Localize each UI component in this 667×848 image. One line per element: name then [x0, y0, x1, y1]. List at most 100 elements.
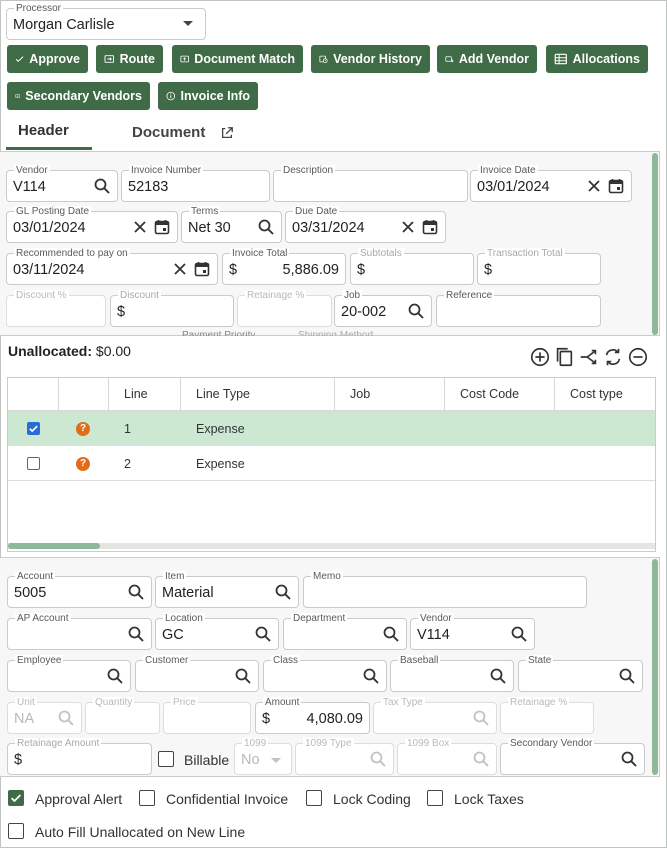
- clear-icon[interactable]: [585, 177, 603, 195]
- reference-field[interactable]: Reference: [436, 290, 601, 327]
- secondary-vendor-field[interactable]: Secondary Vendor: [500, 738, 645, 775]
- remove-line-icon[interactable]: [627, 346, 649, 368]
- quantity-field[interactable]: Quantity: [85, 697, 160, 734]
- search-icon[interactable]: [489, 667, 507, 685]
- confidential-invoice-checkbox[interactable]: [139, 790, 155, 806]
- split-icon[interactable]: [578, 346, 600, 368]
- ap-account-field[interactable]: AP Account: [7, 613, 152, 650]
- lock-coding-checkbox[interactable]: [306, 790, 322, 806]
- calendar-icon[interactable]: [607, 177, 625, 195]
- gl-posting-date-field[interactable]: GL Posting Date 03/01/2024: [6, 206, 178, 243]
- search-icon[interactable]: [362, 667, 380, 685]
- column-line-type[interactable]: Line Type: [181, 378, 335, 411]
- billable-checkbox[interactable]: [158, 751, 174, 767]
- grid-horizontal-scrollbar-track[interactable]: [8, 543, 655, 549]
- refresh-icon[interactable]: [602, 346, 624, 368]
- amount-field[interactable]: Amount $ 4,080.09: [255, 697, 370, 734]
- search-icon[interactable]: [257, 218, 275, 236]
- calendar-icon[interactable]: [193, 260, 211, 278]
- tab-header[interactable]: Header: [18, 122, 69, 139]
- search-icon[interactable]: [618, 667, 636, 685]
- approve-button[interactable]: Approve: [7, 45, 88, 73]
- description-field[interactable]: Description: [273, 165, 468, 202]
- transaction-total-field[interactable]: Transaction Total $: [477, 248, 601, 285]
- search-icon[interactable]: [93, 177, 111, 195]
- search-icon[interactable]: [254, 625, 272, 643]
- search-icon[interactable]: [106, 667, 124, 685]
- retainage-amount-field[interactable]: Retainage Amount $: [7, 738, 152, 775]
- job-field[interactable]: Job 20-002: [334, 290, 432, 327]
- memo-field[interactable]: Memo: [303, 571, 587, 608]
- grid-horizontal-scrollbar-thumb[interactable]: [8, 543, 100, 549]
- status-warning-icon[interactable]: ?: [76, 456, 90, 471]
- employee-field[interactable]: Employee: [7, 655, 131, 692]
- subtotals-field[interactable]: Subtotals $: [350, 248, 474, 285]
- retainage-pct-field[interactable]: Retainage %: [237, 290, 332, 327]
- row-checkbox[interactable]: [27, 457, 40, 470]
- item-field[interactable]: Item Material: [155, 571, 299, 608]
- table-row[interactable]: ? 2 Expense: [8, 446, 655, 481]
- search-icon[interactable]: [274, 583, 292, 601]
- vendor-history-button[interactable]: Vendor History: [311, 45, 430, 73]
- calendar-icon[interactable]: [153, 218, 171, 236]
- column-cost-code[interactable]: Cost Code: [445, 378, 555, 411]
- f1099-select[interactable]: 1099 No: [234, 738, 292, 775]
- location-field[interactable]: Location GC: [155, 613, 279, 650]
- line-detail-scrollbar[interactable]: [652, 559, 658, 775]
- clear-icon[interactable]: [171, 260, 189, 278]
- f1099-type-field[interactable]: 1099 Type: [295, 738, 394, 775]
- status-warning-icon[interactable]: ?: [76, 421, 90, 436]
- tax-type-field[interactable]: Tax Type: [373, 697, 497, 734]
- terms-field[interactable]: Terms Net 30: [181, 206, 282, 243]
- search-icon[interactable]: [127, 583, 145, 601]
- vendor-field[interactable]: Vendor V114: [6, 165, 118, 202]
- search-icon[interactable]: [382, 625, 400, 643]
- search-icon[interactable]: [234, 667, 252, 685]
- column-job[interactable]: Job: [335, 378, 445, 411]
- column-line[interactable]: Line: [109, 378, 181, 411]
- calendar-icon[interactable]: [421, 218, 439, 236]
- document-match-button[interactable]: Document Match: [172, 45, 303, 73]
- allocations-button[interactable]: Allocations: [546, 45, 648, 73]
- account-field[interactable]: Account 5005: [7, 571, 152, 608]
- add-vendor-button[interactable]: Add Vendor: [437, 45, 537, 73]
- route-button[interactable]: Route: [96, 45, 163, 73]
- due-date-field[interactable]: Due Date 03/31/2024: [285, 206, 446, 243]
- search-icon[interactable]: [127, 625, 145, 643]
- baseball-field[interactable]: Baseball: [390, 655, 514, 692]
- invoice-total-field[interactable]: Invoice Total $ 5,886.09: [222, 248, 346, 285]
- department-field[interactable]: Department: [283, 613, 407, 650]
- column-cost-type[interactable]: Cost type: [555, 378, 655, 411]
- copy-line-icon[interactable]: [553, 346, 575, 368]
- tab-document[interactable]: Document: [132, 124, 205, 141]
- search-icon[interactable]: [407, 302, 425, 320]
- clear-icon[interactable]: [131, 218, 149, 236]
- row-checkbox[interactable]: [27, 422, 40, 435]
- discount-pct-field[interactable]: Discount %: [6, 290, 106, 327]
- lock-taxes-checkbox[interactable]: [427, 790, 443, 806]
- invoice-date-field[interactable]: Invoice Date 03/01/2024: [470, 165, 632, 202]
- external-link-icon[interactable]: [220, 126, 234, 140]
- state-field[interactable]: State: [518, 655, 643, 692]
- price-field[interactable]: Price: [163, 697, 251, 734]
- invoice-info-button[interactable]: Invoice Info: [158, 82, 258, 110]
- add-line-icon[interactable]: [529, 346, 551, 368]
- line-vendor-field[interactable]: Vendor V114: [410, 613, 535, 650]
- customer-field[interactable]: Customer: [135, 655, 259, 692]
- search-icon[interactable]: [510, 625, 528, 643]
- f1099-box-field[interactable]: 1099 Box: [397, 738, 497, 775]
- unit-field[interactable]: Unit NA: [7, 697, 82, 734]
- auto-fill-checkbox[interactable]: [8, 823, 24, 839]
- recommended-pay-date-field[interactable]: Recommended to pay on 03/11/2024: [6, 248, 218, 285]
- search-icon[interactable]: [620, 750, 638, 768]
- invoice-number-field[interactable]: Invoice Number 52183: [121, 165, 270, 202]
- line-retainage-pct-field[interactable]: Retainage %: [500, 697, 594, 734]
- secondary-vendors-button[interactable]: Secondary Vendors: [7, 82, 150, 110]
- approval-alert-checkbox[interactable]: [8, 790, 24, 806]
- clear-icon[interactable]: [399, 218, 417, 236]
- processor-select[interactable]: Processor Morgan Carlisle: [6, 3, 206, 40]
- table-row[interactable]: ? 1 Expense: [8, 411, 655, 446]
- header-scrollbar[interactable]: [652, 153, 658, 335]
- discount-field[interactable]: Discount $: [110, 290, 234, 327]
- class-field[interactable]: Class: [263, 655, 387, 692]
